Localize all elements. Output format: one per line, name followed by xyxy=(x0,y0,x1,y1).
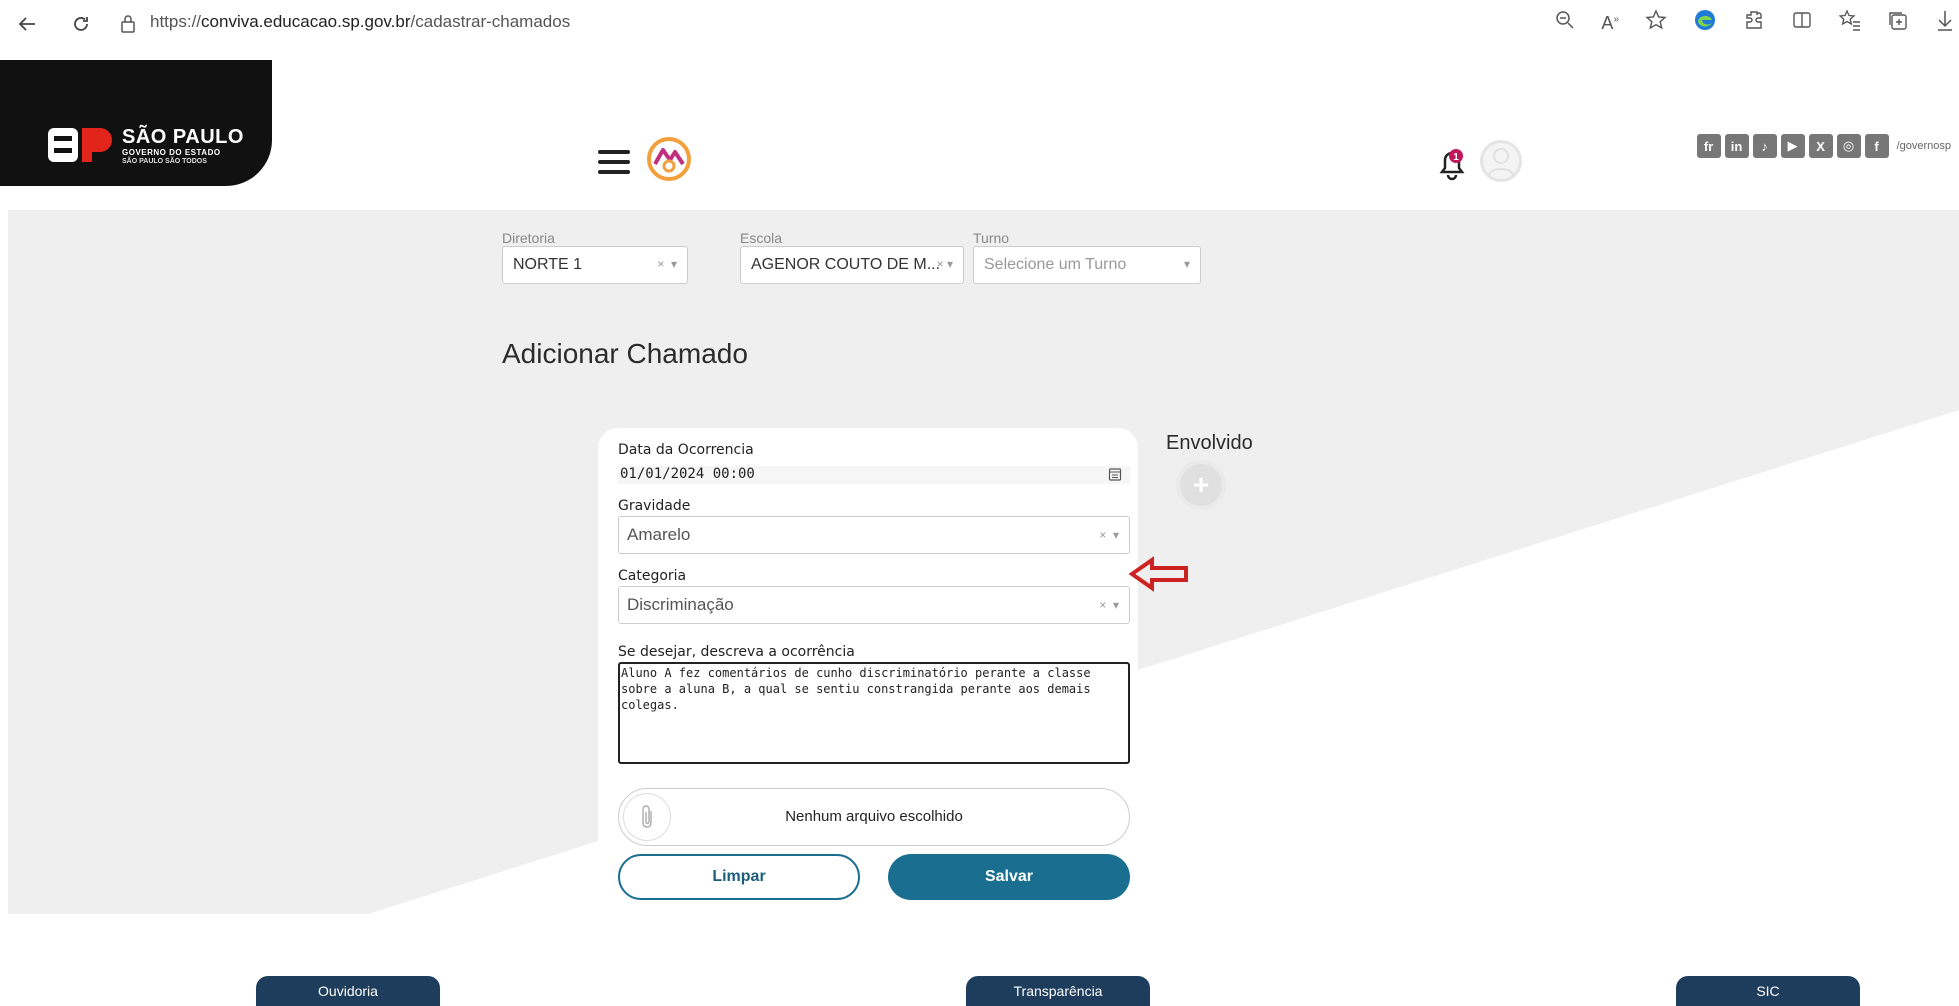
add-envolvido-button[interactable]: + xyxy=(1176,460,1226,510)
browser-toolbar: https://conviva.educacao.sp.gov.br/cadas… xyxy=(0,0,1959,48)
url-path: /cadastrar-chamados xyxy=(410,12,571,31)
sao-paulo-logo[interactable]: SÃO PAULO GOVERNO DO ESTADO SÃO PAULO SÃ… xyxy=(0,60,272,186)
turno-placeholder: Selecione um Turno xyxy=(984,256,1127,273)
linkedin-icon[interactable]: in xyxy=(1724,134,1749,158)
conviva-logo-icon[interactable] xyxy=(646,136,692,182)
transparencia-button[interactable]: Transparência xyxy=(966,976,1150,1006)
diretoria-label: Diretoria xyxy=(502,230,555,246)
back-arrow-icon[interactable] xyxy=(12,9,42,39)
clear-chevron-icon[interactable]: × ▾ xyxy=(937,257,953,271)
user-icon xyxy=(1488,148,1514,176)
site-header: SÃO PAULO GOVERNO DO ESTADO SÃO PAULO SÃ… xyxy=(0,52,1959,210)
categoria-label: Categoria xyxy=(618,568,687,584)
social-handle: /governosp xyxy=(1896,140,1951,152)
x-icon[interactable]: X xyxy=(1808,134,1833,158)
instagram-icon[interactable]: ◎ xyxy=(1836,134,1861,158)
gravidade-label: Gravidade xyxy=(618,498,691,514)
descricao-label: Se desejar, descreva a ocorrência xyxy=(618,644,855,660)
brand-line2: GOVERNO DO ESTADO xyxy=(122,148,221,157)
escola-value: AGENOR COUTO DE M... xyxy=(751,256,941,273)
clear-chevron-icon[interactable]: × ▾ xyxy=(1099,598,1119,612)
extensions-icon[interactable] xyxy=(1743,9,1765,37)
date-label: Data da Ocorrencia xyxy=(618,442,754,458)
file-status-text: Nenhum arquivo escolhido xyxy=(785,808,963,825)
main-content: Diretoria NORTE 1 × ▾ Escola AGENOR COUT… xyxy=(8,210,1959,914)
envolvido-title: Envolvido xyxy=(1166,432,1253,454)
date-value: 01/01/2024 00:00 xyxy=(620,466,755,482)
social-links: fr in ♪ ▶ X ◎ f /governosp xyxy=(1696,134,1951,158)
user-avatar[interactable] xyxy=(1480,140,1522,182)
categoria-select[interactable]: Discriminação × ▾ xyxy=(618,586,1130,624)
turno-label: Turno xyxy=(973,230,1010,246)
plus-icon: + xyxy=(1192,469,1210,500)
date-input[interactable]: 01/01/2024 00:00 xyxy=(618,466,1130,484)
url-prefix: https:// xyxy=(150,12,202,31)
clear-button[interactable]: Limpar xyxy=(618,854,860,900)
ouvidoria-button[interactable]: Ouvidoria xyxy=(256,976,440,1006)
collections-icon[interactable] xyxy=(1887,9,1909,37)
notification-bell-icon[interactable]: 1 xyxy=(1434,146,1470,182)
reload-icon[interactable] xyxy=(66,9,96,39)
gravidade-value: Amarelo xyxy=(627,525,691,544)
gravidade-select[interactable]: Amarelo × ▾ xyxy=(618,516,1130,554)
site-info-icon[interactable] xyxy=(120,14,136,39)
page-title: Adicionar Chamado xyxy=(502,338,748,369)
chamado-form: Data da Ocorrencia 01/01/2024 00:00 Grav… xyxy=(598,428,1138,914)
diretoria-value: NORTE 1 xyxy=(513,256,583,273)
address-bar[interactable]: https://conviva.educacao.sp.gov.br/cadas… xyxy=(150,12,570,32)
sp-logo-icon xyxy=(48,128,112,162)
descricao-textarea[interactable]: Aluno A fez comentários de cunho discrim… xyxy=(618,662,1130,764)
tiktok-icon[interactable]: ♪ xyxy=(1752,134,1777,158)
youtube-icon[interactable]: ▶ xyxy=(1780,134,1805,158)
file-upload[interactable]: Nenhum arquivo escolhido xyxy=(618,788,1130,846)
brand-line1: SÃO PAULO xyxy=(122,126,244,148)
url-domain: conviva.educacao.sp.gov.br xyxy=(201,12,411,31)
clear-chevron-icon[interactable]: × ▾ xyxy=(657,257,677,271)
zoom-icon[interactable] xyxy=(1555,10,1575,36)
browser-actions: A» xyxy=(1555,8,1955,38)
calendar-icon[interactable] xyxy=(1108,467,1122,481)
chevron-down-icon[interactable]: ▾ xyxy=(1184,257,1190,271)
facebook-icon[interactable]: f xyxy=(1864,134,1889,158)
favorites-list-icon[interactable] xyxy=(1838,9,1861,37)
categoria-value: Discriminação xyxy=(627,595,734,614)
escola-label: Escola xyxy=(740,230,783,246)
red-arrow-annotation-icon xyxy=(1128,556,1188,592)
save-button[interactable]: Salvar xyxy=(888,854,1130,900)
turno-select[interactable]: Selecione um Turno ▾ xyxy=(973,246,1201,284)
flickr-icon[interactable]: fr xyxy=(1696,134,1721,158)
sic-button[interactable]: SIC xyxy=(1676,976,1860,1006)
brand-line3: SÃO PAULO SÃO TODOS xyxy=(122,158,207,165)
escola-select[interactable]: AGENOR COUTO DE M... × ▾ xyxy=(740,246,964,284)
split-screen-icon[interactable] xyxy=(1791,9,1813,37)
edge-logo-icon[interactable] xyxy=(1693,8,1717,38)
read-aloud-icon[interactable]: A» xyxy=(1601,13,1619,34)
favorite-star-icon[interactable] xyxy=(1645,9,1667,37)
notification-count: 1 xyxy=(1453,152,1459,163)
clear-chevron-icon[interactable]: × ▾ xyxy=(1099,528,1119,542)
hamburger-menu-icon[interactable] xyxy=(598,150,630,176)
download-icon[interactable] xyxy=(1935,9,1955,37)
diretoria-select[interactable]: NORTE 1 × ▾ xyxy=(502,246,688,284)
